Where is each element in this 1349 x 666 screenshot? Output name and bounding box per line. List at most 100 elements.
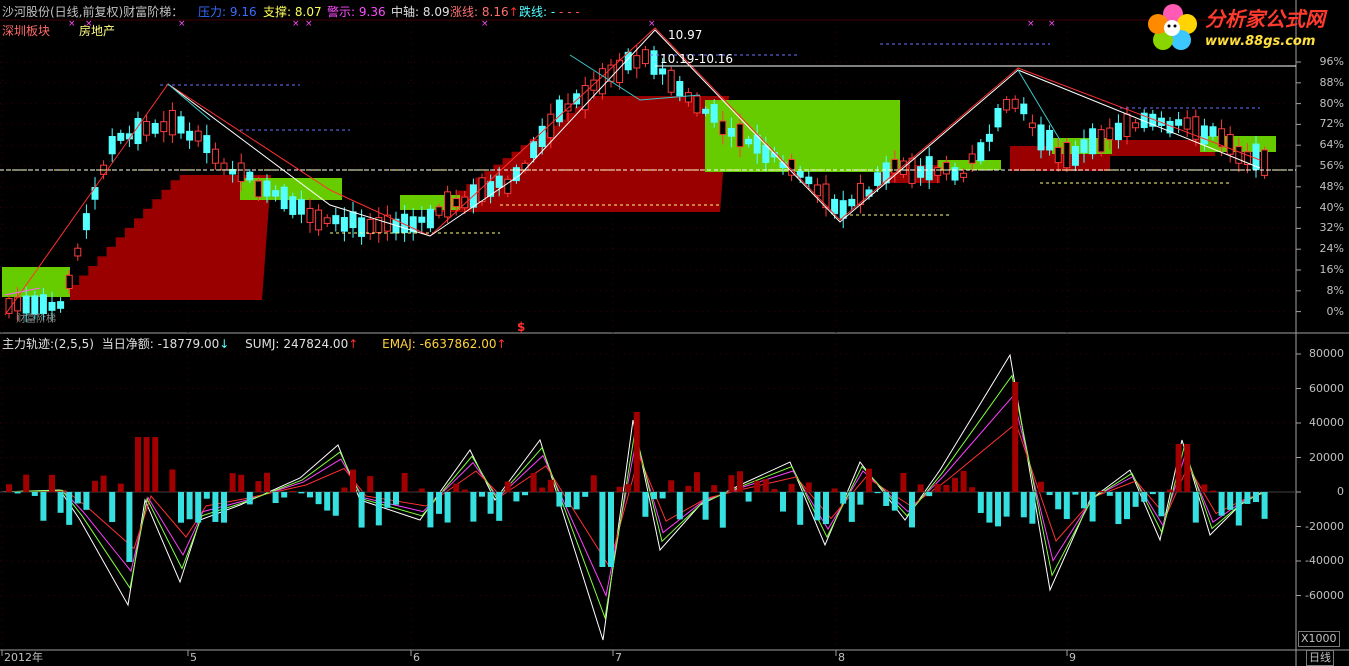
amount-bar [866, 468, 872, 492]
amount-bar [719, 492, 726, 528]
candle-body [168, 109, 176, 136]
amount-bar [281, 492, 288, 498]
candle-body [444, 191, 452, 218]
candle-body [874, 172, 882, 186]
amount-bar [1132, 492, 1139, 507]
amount-bar [1227, 492, 1234, 510]
time-axis-label: 6 [413, 651, 420, 664]
candle-body [684, 92, 692, 103]
amount-bar [582, 492, 589, 497]
candle-body [641, 49, 649, 65]
amount-bar [676, 492, 683, 520]
amount-bar [917, 484, 924, 492]
candle-body [736, 123, 744, 148]
lower-title: 主力轨迹:(2,5,5) 当日净额: -18779.00↓ SUMJ: 2478… [2, 337, 507, 351]
candle-body [702, 108, 710, 114]
candle-body [177, 116, 185, 134]
price-axis-label: 0% [1326, 304, 1344, 318]
candle-body [762, 144, 770, 163]
price-axis-label: 72% [1319, 117, 1344, 131]
amount-bar [229, 473, 236, 492]
candle-body [315, 209, 323, 231]
candle-body [1011, 98, 1019, 109]
amount-bar [49, 474, 55, 492]
amount-bar [668, 480, 675, 492]
net-amount: 当日净额: -18779.00↓ [101, 337, 230, 351]
candle-body [633, 55, 641, 69]
candle-body [203, 135, 211, 154]
time-axis-label: 5 [190, 651, 197, 664]
candle-body [91, 187, 99, 200]
amount-bar [384, 492, 391, 508]
candle-body [1037, 124, 1045, 151]
amount-bar [900, 472, 907, 492]
amount-bar [573, 492, 580, 510]
candle-body [960, 172, 968, 178]
candle-body [332, 215, 340, 225]
amount-bar [341, 487, 348, 492]
sector-label-2[interactable]: 房地产 [79, 24, 115, 38]
amount-bar [608, 492, 614, 567]
amount-bar [530, 473, 537, 492]
amount-bar [375, 492, 382, 526]
signal-marker: × [178, 19, 186, 29]
candle-body [710, 104, 718, 123]
range-price-label: 10.19-10.16 [660, 52, 734, 66]
candle-body [211, 148, 219, 164]
lower-axis-label: 20000 [1309, 450, 1344, 464]
lower-axis-label: -60000 [1305, 588, 1344, 602]
amount-bar [651, 492, 657, 500]
signal-marker: × [648, 19, 656, 29]
amount-bar [547, 479, 554, 492]
candle-body [39, 294, 47, 315]
amount-bar [1029, 492, 1036, 524]
fall-readout: 跌线: - - - - [519, 5, 580, 19]
amount-bar [444, 492, 451, 523]
amount-bar [891, 492, 898, 511]
lower-axis-label: 80000 [1309, 347, 1344, 360]
emaj-value: EMAJ: -6637862.00↑ [382, 337, 507, 351]
amount-bar [1244, 492, 1251, 504]
amount-bar [805, 482, 812, 492]
candle-body [426, 208, 434, 229]
amount-bar [393, 492, 399, 505]
sector-label-1[interactable]: 深圳板块 [2, 24, 50, 38]
candle-body [693, 95, 701, 114]
candle-body [323, 217, 331, 224]
logo-name: 分析家公式网 [1205, 7, 1325, 31]
candle-body [134, 118, 142, 145]
candle-body [297, 199, 305, 215]
lower-axis-label: -40000 [1305, 554, 1344, 567]
price-axis-label: 16% [1319, 263, 1344, 276]
scale-button[interactable]: X1000 [1298, 631, 1340, 647]
amount-bar [633, 412, 640, 492]
amount-bar [1038, 481, 1044, 492]
amount-bar [298, 492, 305, 494]
amount-bar [556, 492, 563, 507]
amount-bar [427, 492, 434, 528]
amount-bar [203, 492, 210, 499]
candle-body [667, 69, 675, 93]
lower-axis-label: 40000 [1309, 416, 1344, 429]
amount-bar [1253, 492, 1259, 503]
amount-bar [934, 484, 941, 492]
candle-body [1046, 129, 1054, 151]
amount-bar [504, 481, 511, 492]
amount-bar [1020, 492, 1027, 518]
signal-marker: × [481, 19, 489, 29]
amount-bar [1012, 382, 1019, 492]
amount-bar [1184, 444, 1191, 492]
candle-body [194, 130, 202, 142]
chart-canvas[interactable]: × × × × × × × × × [0, 0, 1349, 666]
amount-bar [178, 492, 184, 523]
amount-bar [238, 474, 245, 492]
amount-bar [513, 492, 520, 502]
candle-body [306, 207, 314, 223]
amount-bar [745, 492, 752, 502]
candle-body [934, 167, 942, 176]
period-button[interactable]: 日线 [1306, 650, 1334, 666]
amount-bar [1115, 492, 1122, 525]
pressure-readout: 压力: 9.16 [198, 5, 257, 19]
center-readout: 中轴: 8.09 [391, 5, 450, 19]
amount-bar [264, 472, 270, 492]
